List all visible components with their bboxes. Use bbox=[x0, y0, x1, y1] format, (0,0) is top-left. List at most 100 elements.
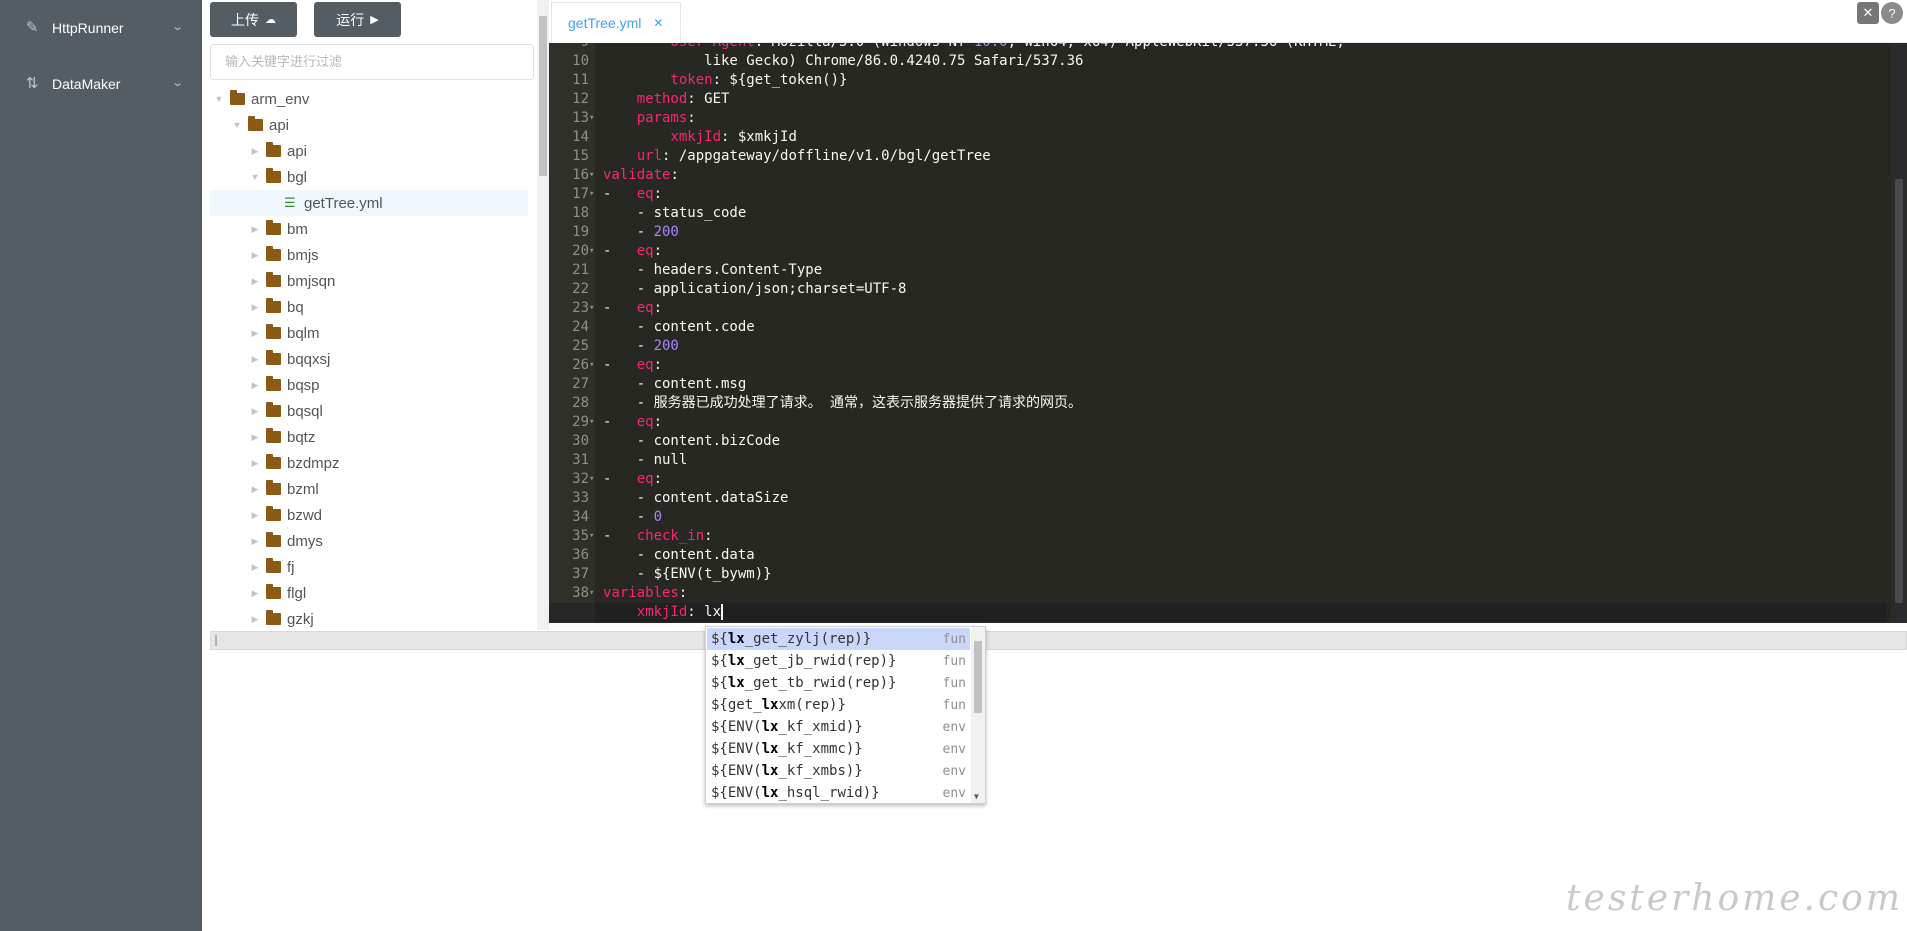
caret-right-icon[interactable]: ▶ bbox=[248, 328, 262, 339]
horizontal-scrollbar[interactable] bbox=[210, 631, 1907, 650]
tree-file-row[interactable]: ☰ getTree.yml bbox=[210, 190, 528, 216]
fold-toggle-icon[interactable]: ▾ bbox=[589, 299, 595, 318]
tree-folder-row[interactable]: ▶ bqsql bbox=[210, 398, 528, 424]
run-button[interactable]: 运行 ▶ bbox=[314, 2, 401, 37]
folder-icon bbox=[266, 220, 281, 235]
text-token: : bbox=[670, 167, 679, 183]
scrollbar-thumb[interactable] bbox=[539, 16, 547, 176]
autocomplete-item[interactable]: ${ENV(lx_kf_xmbs)} env bbox=[707, 760, 970, 782]
caret-right-icon[interactable]: ▶ bbox=[248, 354, 262, 365]
upload-button[interactable]: 上传 ☁ bbox=[210, 2, 297, 37]
line-number: 14 bbox=[572, 129, 589, 145]
tree-folder-row[interactable]: ▶ bq bbox=[210, 294, 528, 320]
fold-toggle-icon[interactable]: ▾ bbox=[589, 356, 595, 375]
autocomplete-item[interactable]: ${ENV(lx_hsql_rwid)} env bbox=[707, 782, 970, 803]
tree-folder-row[interactable]: ▼ bgl bbox=[210, 164, 528, 190]
autocomplete-match: lx bbox=[761, 785, 779, 801]
arrow-down-icon[interactable]: ▼ bbox=[974, 792, 979, 801]
caret-right-icon[interactable]: ▶ bbox=[248, 302, 262, 313]
tree-folder-row[interactable]: ▶ bqqxsj bbox=[210, 346, 528, 372]
text-token: - bbox=[603, 414, 637, 430]
tree-folder-row[interactable]: ▶ dmys bbox=[210, 528, 528, 554]
close-editor-icon[interactable]: ✕ bbox=[1857, 2, 1879, 24]
nav-item-httprunner[interactable]: ✎ HttpRunner ⌄ bbox=[0, 0, 202, 56]
code-editor[interactable]: 910111213▾141516▾17▾181920▾212223▾242526… bbox=[549, 43, 1907, 623]
fold-toggle-icon[interactable]: ▾ bbox=[589, 185, 595, 204]
upload-button-label: 上传 bbox=[231, 12, 259, 29]
caret-right-icon[interactable]: ▶ bbox=[248, 406, 262, 417]
tree-item-label: arm_env bbox=[251, 90, 310, 108]
fold-toggle-icon[interactable]: ▾ bbox=[589, 166, 595, 185]
caret-right-icon[interactable]: ▶ bbox=[248, 510, 262, 521]
tree-folder-row[interactable]: ▶ bzwd bbox=[210, 502, 528, 528]
autocomplete-item-text: ${lx_get_jb_rwid(rep)} bbox=[711, 653, 896, 669]
folder-icon bbox=[266, 610, 281, 625]
caret-right-icon[interactable]: ▶ bbox=[248, 250, 262, 261]
tree-folder-row[interactable]: ▶ bzml bbox=[210, 476, 528, 502]
tree-folder-row[interactable]: ▶ gzkj bbox=[210, 606, 528, 630]
autocomplete-item[interactable]: ${ENV(lx_kf_xmid)} env bbox=[707, 716, 970, 738]
caret-right-icon[interactable]: ▶ bbox=[248, 146, 262, 157]
code-line: - content.data bbox=[603, 546, 755, 565]
editor-scrollbar[interactable] bbox=[1891, 43, 1907, 623]
tree-filter-input[interactable] bbox=[210, 44, 534, 80]
scrollbar-thumb[interactable] bbox=[974, 641, 982, 713]
text-token: - bbox=[603, 357, 637, 373]
tree-folder-row[interactable]: ▼ api bbox=[210, 112, 528, 138]
caret-right-icon[interactable]: ▶ bbox=[248, 588, 262, 599]
nav-item-datamaker[interactable]: ⇅ DataMaker ⌄ bbox=[0, 56, 202, 112]
tree-item-label: bgl bbox=[287, 168, 308, 186]
tree-folder-row[interactable]: ▶ bzdmpz bbox=[210, 450, 528, 476]
fold-toggle-icon[interactable]: ▾ bbox=[589, 413, 595, 432]
tree-scrollbar[interactable] bbox=[537, 0, 549, 630]
caret-down-icon[interactable]: ▼ bbox=[248, 172, 262, 182]
tree-folder-row[interactable]: ▶ bqsp bbox=[210, 372, 528, 398]
code-line: - 200 bbox=[603, 223, 679, 242]
autocomplete-item[interactable]: ${lx_get_tb_rwid(rep)} fun bbox=[707, 672, 970, 694]
tree-folder-row[interactable]: ▶ bmjs bbox=[210, 242, 528, 268]
autocomplete-item[interactable]: ${get_lxxm(rep)} fun bbox=[707, 694, 970, 716]
fold-toggle-icon[interactable]: ▾ bbox=[589, 242, 595, 261]
autocomplete-scrollbar[interactable]: ▼ bbox=[971, 627, 985, 803]
help-icon[interactable]: ? bbox=[1881, 2, 1903, 24]
fold-toggle-icon[interactable]: ▾ bbox=[589, 109, 595, 128]
tree-folder-row[interactable]: ▶ api bbox=[210, 138, 528, 164]
close-icon[interactable]: ✕ bbox=[653, 16, 663, 30]
caret-right-icon[interactable]: ▶ bbox=[248, 224, 262, 235]
caret-right-icon[interactable]: ▶ bbox=[248, 432, 262, 443]
tree-folder-row[interactable]: ▶ bm bbox=[210, 216, 528, 242]
fold-toggle-icon[interactable]: ▾ bbox=[589, 470, 595, 489]
caret-right-icon[interactable]: ▶ bbox=[248, 536, 262, 547]
autocomplete-item[interactable]: ${ENV(lx_kf_xmmc)} env bbox=[707, 738, 970, 760]
autocomplete-item[interactable]: ${lx_get_jb_rwid(rep)} fun bbox=[707, 650, 970, 672]
fold-toggle-icon[interactable]: ▾ bbox=[589, 527, 595, 546]
caret-down-icon[interactable]: ▼ bbox=[230, 120, 244, 130]
caret-right-icon[interactable]: ▶ bbox=[248, 614, 262, 625]
tree-folder-row[interactable]: ▶ fj bbox=[210, 554, 528, 580]
scrollbar-thumb[interactable] bbox=[215, 635, 217, 646]
tab-gettree-yml[interactable]: getTree.yml ✕ bbox=[551, 2, 681, 43]
code-line: - eq: bbox=[603, 413, 662, 432]
caret-down-icon[interactable]: ▼ bbox=[212, 94, 226, 104]
folder-icon bbox=[266, 428, 281, 443]
tree-folder-row[interactable]: ▶ bqtz bbox=[210, 424, 528, 450]
caret-right-icon[interactable]: ▶ bbox=[248, 276, 262, 287]
number-token: 200 bbox=[653, 224, 679, 240]
caret-right-icon[interactable]: ▶ bbox=[248, 380, 262, 391]
line-number: 11 bbox=[572, 72, 589, 88]
line-number: 17 bbox=[572, 186, 589, 202]
text-token: - bbox=[603, 300, 637, 316]
tree-folder-row[interactable]: ▼ arm_env bbox=[210, 86, 528, 112]
tree-item-label: dmys bbox=[287, 532, 323, 550]
tree-item-label: bqtz bbox=[287, 428, 316, 446]
caret-right-icon[interactable]: ▶ bbox=[248, 562, 262, 573]
scrollbar-thumb[interactable] bbox=[1895, 179, 1903, 603]
caret-right-icon[interactable]: ▶ bbox=[248, 484, 262, 495]
fold-toggle-icon[interactable]: ▾ bbox=[589, 584, 595, 603]
autocomplete-item[interactable]: ${lx_get_zylj(rep)} fun bbox=[707, 628, 970, 650]
tree-folder-row[interactable]: ▶ bmjsqn bbox=[210, 268, 528, 294]
tree-folder-row[interactable]: ▶ flgl bbox=[210, 580, 528, 606]
tree-folder-row[interactable]: ▶ bqlm bbox=[210, 320, 528, 346]
caret-right-icon[interactable]: ▶ bbox=[248, 458, 262, 469]
code-line: like Gecko) Chrome/86.0.4240.75 Safari/5… bbox=[603, 52, 1083, 71]
